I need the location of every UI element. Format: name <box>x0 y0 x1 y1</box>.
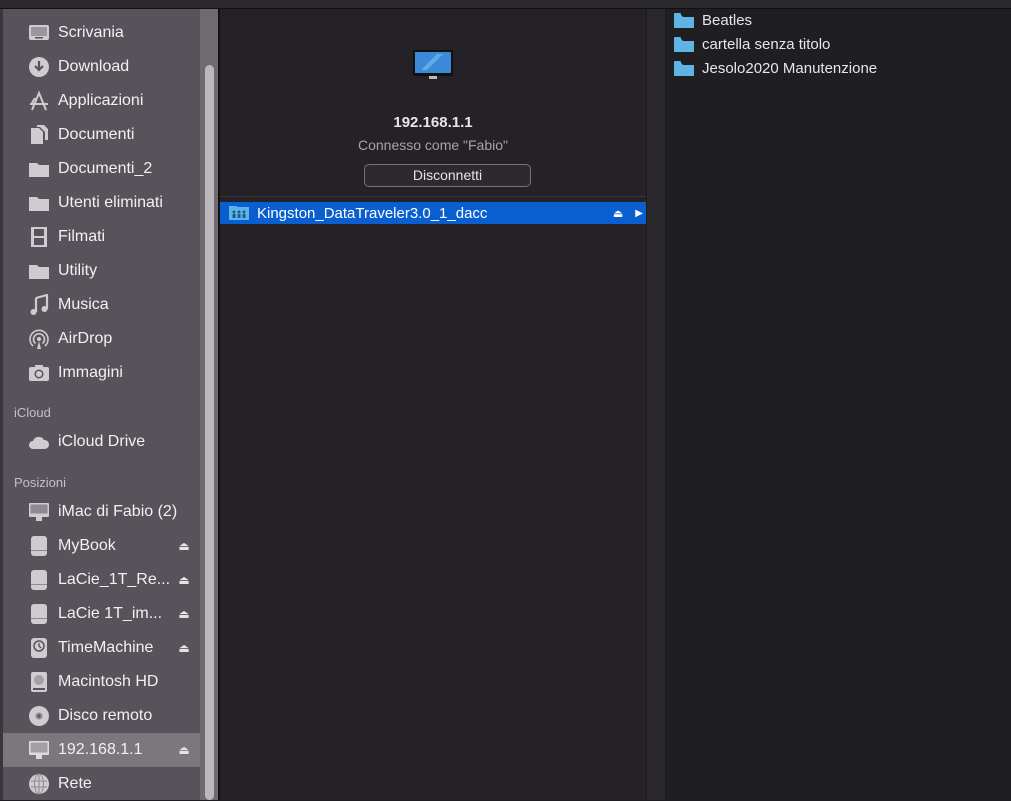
sidebar-item-label: Scrivania <box>58 24 124 41</box>
disclosure-arrow-icon: ▶ <box>635 207 643 219</box>
folder-icon <box>25 157 53 181</box>
sidebar-item-label: iCloud Drive <box>58 433 146 450</box>
window-top-edge <box>0 0 1011 9</box>
applications-icon <box>25 89 53 113</box>
airdrop-icon <box>25 327 53 351</box>
sidebar-item-utility[interactable]: Utility <box>3 254 200 288</box>
eject-icon[interactable]: ⏏ <box>174 539 194 553</box>
server-monitor-icon <box>413 50 453 79</box>
sidebar-item-label: AirDrop <box>58 330 113 347</box>
sidebar-item-rete[interactable]: Rete <box>3 767 200 801</box>
server-name: 192.168.1.1 <box>393 114 473 131</box>
section-header-locations: Posizioni <box>14 475 67 490</box>
sidebar-item-download[interactable]: Download <box>3 50 200 84</box>
volume-label: Kingston_DataTraveler3.0_1_dacc <box>257 204 488 222</box>
column-resize-divider[interactable] <box>646 9 666 800</box>
eject-icon[interactable]: ⏏ <box>174 573 194 587</box>
sidebar-item-filmati[interactable]: Filmati <box>3 220 200 254</box>
sidebar-scrollbar-thumb[interactable] <box>205 65 214 800</box>
download-icon <box>25 55 53 79</box>
sidebar-item-applicazioni[interactable]: Applicazioni <box>3 84 200 118</box>
sidebar-item-label: Immagini <box>58 364 123 381</box>
harddisk-icon <box>25 670 53 694</box>
sidebar-item-label: Applicazioni <box>58 92 144 109</box>
sidebar-item-label: Utility <box>58 262 98 279</box>
sidebar-item-192-168-1-1[interactable]: 192.168.1.1 ⏏ <box>3 733 200 767</box>
sidebar-item-timemachine[interactable]: TimeMachine ⏏ <box>3 631 200 665</box>
disc-icon <box>25 704 53 728</box>
sidebar-item-disco-remoto[interactable]: Disco remoto <box>3 699 200 733</box>
timemachine-icon <box>25 636 53 660</box>
sidebar-item-label: Rete <box>58 775 92 792</box>
sidebar-item-documenti[interactable]: Documenti <box>3 118 200 152</box>
disk-icon <box>25 534 53 558</box>
sidebar-item-immagini[interactable]: Immagini <box>3 356 200 390</box>
sidebar-item-macintosh-hd[interactable]: Macintosh HD <box>3 665 200 699</box>
volume-row[interactable]: Kingston_DataTraveler3.0_1_dacc ⏏ ▶ <box>220 202 646 224</box>
shared-folder-icon <box>229 206 249 220</box>
sidebar-item-utenti-eliminati[interactable]: Utenti eliminati <box>3 186 200 220</box>
network-icon <box>25 772 53 796</box>
folder-icon <box>25 191 53 215</box>
music-icon <box>25 293 53 317</box>
folder-label: cartella senza titolo <box>702 36 831 53</box>
sidebar-item-label: LaCie_1T_Re... <box>58 571 171 588</box>
section-header-icloud: iCloud <box>14 405 51 420</box>
sidebar-item-imac-di-fabio-2[interactable]: iMac di Fabio (2) <box>3 495 200 529</box>
eject-icon[interactable]: ⏏ <box>174 641 194 655</box>
sidebar-item-label: Utenti eliminati <box>58 194 163 211</box>
sidebar-item-icloud-drive[interactable]: iCloud Drive <box>3 425 200 459</box>
sidebar-item-label: TimeMachine <box>58 639 154 656</box>
disk-icon <box>25 568 53 592</box>
sidebar-item-label: 192.168.1.1 <box>58 741 143 758</box>
sidebar-item-musica[interactable]: Musica <box>3 288 200 322</box>
sidebar-item-airdrop[interactable]: AirDrop <box>3 322 200 356</box>
desktop-icon <box>25 21 53 45</box>
folder-item[interactable]: Jesolo2020 Manutenzione <box>674 60 877 77</box>
sidebar-item-lacie-1t-im[interactable]: LaCie 1T_im... ⏏ <box>3 597 200 631</box>
sidebar-item-documenti-2[interactable]: Documenti_2 <box>3 152 200 186</box>
sidebar-item-label: iMac di Fabio (2) <box>58 503 178 520</box>
folder-label: Beatles <box>702 12 753 29</box>
sidebar-item-label: Disco remoto <box>58 707 153 724</box>
documents-icon <box>25 123 53 147</box>
sidebar-item-scrivania[interactable]: Scrivania <box>3 16 200 50</box>
sidebar-item-label: Download <box>58 58 130 75</box>
disk-icon <box>25 602 53 626</box>
column-volume-contents <box>666 9 1011 800</box>
sidebar-item-lacie-1t-re[interactable]: LaCie_1T_Re... ⏏ <box>3 563 200 597</box>
sidebar-item-label: Filmati <box>58 228 106 245</box>
folder-label: Jesolo2020 Manutenzione <box>702 60 878 77</box>
film-icon <box>25 225 53 249</box>
sidebar-item-label: Documenti <box>58 126 135 143</box>
sidebar-item-label: Documenti_2 <box>58 160 153 177</box>
eject-icon[interactable]: ⏏ <box>174 607 194 621</box>
imac-icon <box>25 500 53 524</box>
folder-icon <box>674 61 694 76</box>
folder-icon <box>674 37 694 52</box>
folder-item[interactable]: cartella senza titolo <box>674 36 830 53</box>
camera-icon <box>25 361 53 385</box>
folder-item[interactable]: Beatles <box>674 12 752 29</box>
sidebar-item-label: LaCie 1T_im... <box>58 605 163 622</box>
sidebar-item-mybook[interactable]: MyBook ⏏ <box>3 529 200 563</box>
folder-icon <box>25 259 53 283</box>
eject-icon[interactable]: ⏏ <box>174 743 194 757</box>
sidebar-item-label: Macintosh HD <box>58 673 159 690</box>
disconnect-button[interactable]: Disconnetti <box>364 164 531 187</box>
sidebar-item-label: Musica <box>58 296 109 313</box>
divider <box>220 196 646 197</box>
eject-icon[interactable]: ⏏ <box>613 207 623 220</box>
cloud-icon <box>25 430 53 454</box>
monitor-icon <box>25 738 53 762</box>
sidebar-item-label: MyBook <box>58 537 116 554</box>
connection-status: Connesso come "Fabio" <box>357 137 508 153</box>
folder-icon <box>674 13 694 28</box>
